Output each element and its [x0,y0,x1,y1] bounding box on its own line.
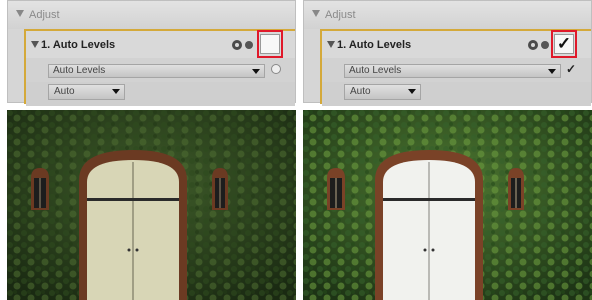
method-select[interactable]: Auto Levels [48,64,265,78]
mode-row: Auto [322,82,591,106]
dropdown-arrow-icon [408,89,416,94]
method-select-value: Auto Levels [349,65,402,76]
photo-after [303,110,592,300]
step-collapse-triangle-icon[interactable] [327,41,335,48]
apply-check-icon[interactable]: ✓ [564,62,578,76]
step-help-icon[interactable] [245,41,253,49]
mode-select[interactable]: Auto [48,84,125,100]
method-select[interactable]: Auto Levels [344,64,561,78]
ivy-door-photo-before [7,110,296,300]
mode-select[interactable]: Auto [344,84,421,100]
section-title: Adjust [29,9,60,21]
adjust-panel-after: Adjust 1. Auto Levels ✓ Auto Levels ✓ Au… [303,0,592,106]
step-help-icon[interactable] [541,41,549,49]
step-title: 1. Auto Levels [41,39,116,51]
adjust-panel-before: Adjust 1. Auto Levels Auto Levels Auto [7,0,296,106]
dropdown-arrow-icon [252,69,260,74]
step-header: 1. Auto Levels ✓ [322,30,591,58]
mode-select-value: Auto [350,86,371,97]
mode-select-value: Auto [54,86,75,97]
step-header: 1. Auto Levels [26,30,295,58]
step-options-icon[interactable] [232,40,242,50]
adjust-section-header[interactable]: Adjust [304,1,591,29]
method-row: Auto Levels [26,58,295,82]
auto-levels-step: 1. Auto Levels Auto Levels Auto [24,29,295,106]
checkbox-highlight-box [257,30,283,58]
dropdown-arrow-icon [548,69,556,74]
mode-row: Auto [26,82,295,106]
auto-levels-step: 1. Auto Levels ✓ Auto Levels ✓ Auto [320,29,591,106]
apply-radio[interactable] [271,64,281,74]
adjust-section-header[interactable]: Adjust [8,1,295,29]
section-title: Adjust [325,9,356,21]
step-collapse-triangle-icon[interactable] [31,41,39,48]
photo-before [7,110,296,300]
ivy-door-photo-after [303,110,592,300]
dropdown-arrow-icon [112,89,120,94]
step-options-icon[interactable] [528,40,538,50]
method-select-value: Auto Levels [53,65,106,76]
collapse-triangle-icon[interactable] [312,10,320,17]
collapse-triangle-icon[interactable] [16,10,24,17]
step-title: 1. Auto Levels [337,39,412,51]
checkbox-highlight-box [551,30,577,58]
method-row: Auto Levels ✓ [322,58,591,82]
